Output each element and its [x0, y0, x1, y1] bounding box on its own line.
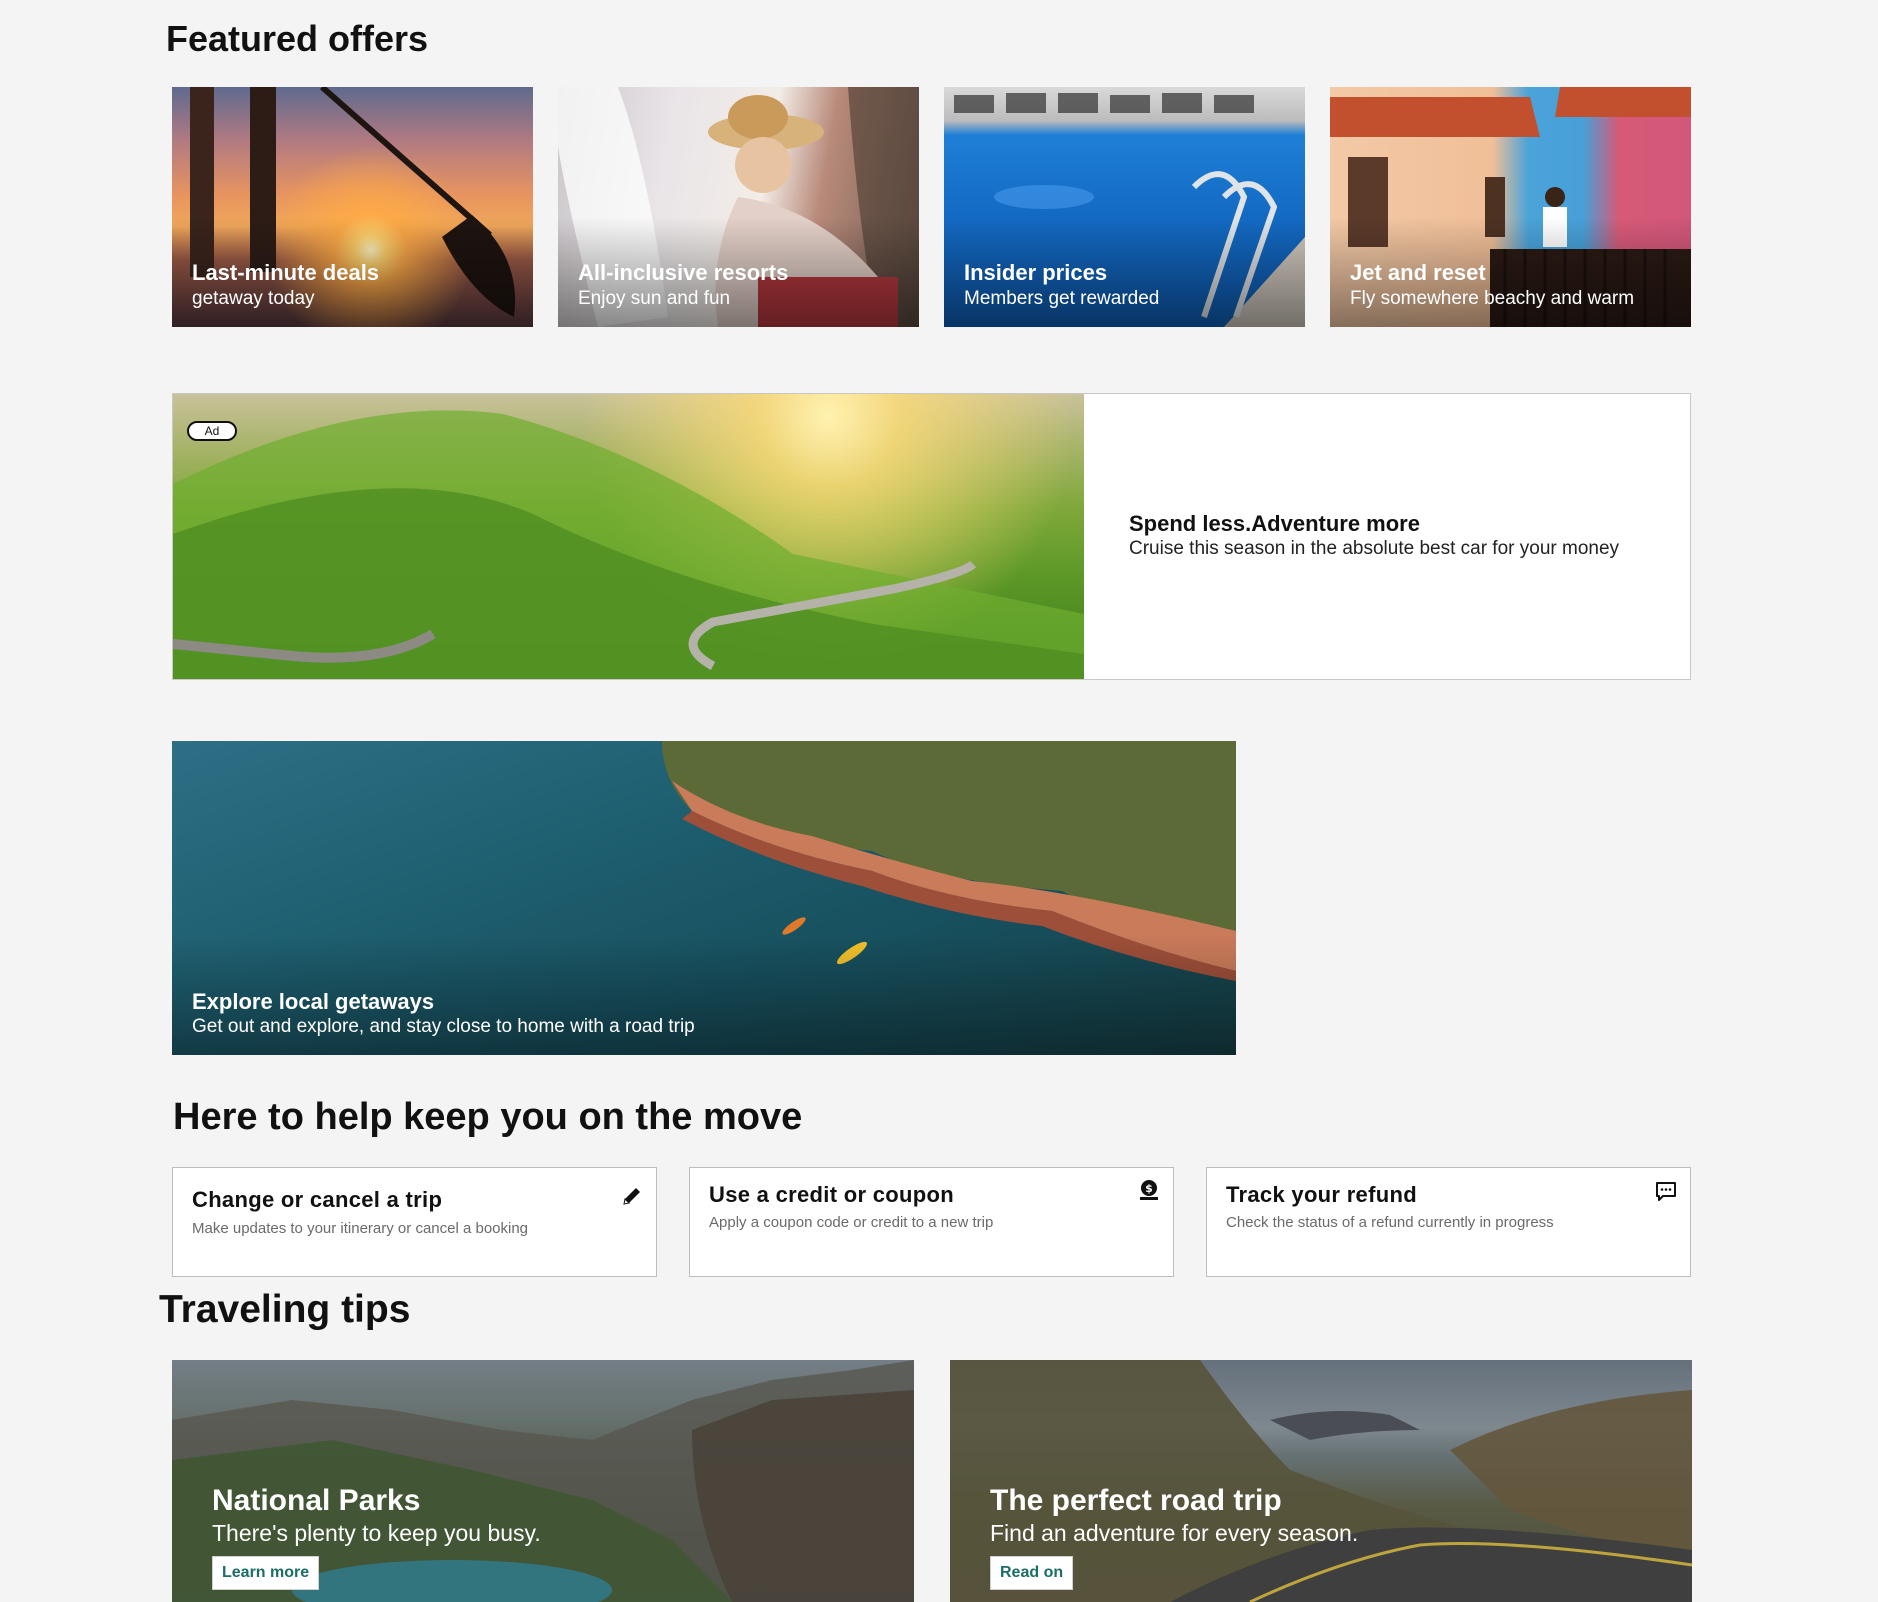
ad-banner[interactable]: Ad Spend less.Adventure more Cruise this…	[172, 393, 1691, 680]
explore-card-subtitle: Get out and explore, and stay close to h…	[192, 1016, 695, 1037]
coupon-dollar-icon: $	[1137, 1178, 1161, 1202]
svg-text:$: $	[1145, 1182, 1153, 1195]
help-card-title: Use a credit or coupon	[709, 1182, 954, 1207]
featured-offers-title: Featured offers	[166, 18, 429, 59]
help-card-credit-or-coupon[interactable]: Use a credit or coupon Apply a coupon co…	[689, 1167, 1174, 1277]
help-card-subtitle: Apply a coupon code or credit to a new t…	[709, 1214, 994, 1231]
help-card-subtitle: Make updates to your itinerary or cancel…	[192, 1220, 529, 1237]
help-section-title: Here to help keep you on the move	[173, 1096, 803, 1138]
offer-card-all-inclusive-resorts[interactable]: All-inclusive resorts Enjoy sun and fun	[558, 87, 919, 327]
help-card-track-refund[interactable]: Track your refund Check the status of a …	[1206, 1167, 1691, 1277]
help-card-title: Track your refund	[1226, 1182, 1417, 1207]
explore-local-getaways-card[interactable]: Explore local getaways Get out and explo…	[172, 741, 1236, 1055]
tip-card-national-parks[interactable]: National Parks There's plenty to keep yo…	[172, 1360, 914, 1602]
offer-card-insider-prices[interactable]: Insider prices Members get rewarded	[944, 87, 1305, 327]
tip-card-title: National Parks	[212, 1484, 421, 1517]
tip-card-title: The perfect road trip	[990, 1484, 1282, 1517]
offer-card-subtitle: Members get rewarded	[964, 288, 1160, 309]
offer-card-title: Insider prices	[964, 260, 1108, 285]
read-on-button[interactable]: Read on	[990, 1556, 1074, 1590]
offer-card-title: All-inclusive resorts	[578, 260, 789, 285]
offer-card-jet-and-reset[interactable]: Jet and reset Fly somewhere beachy and w…	[1330, 87, 1691, 327]
tip-card-perfect-road-trip[interactable]: The perfect road trip Find an adventure …	[950, 1360, 1692, 1602]
help-card-subtitle: Check the status of a refund currently i…	[1226, 1214, 1554, 1231]
green-hills-road-image	[173, 394, 1084, 679]
offer-card-title: Jet and reset	[1350, 260, 1486, 285]
pencil-icon	[620, 1184, 644, 1208]
chat-bubble-icon	[1654, 1180, 1678, 1204]
ad-subtitle: Cruise this season in the absolute best …	[1129, 538, 1620, 559]
offer-card-subtitle: Fly somewhere beachy and warm	[1350, 288, 1635, 309]
explore-card-title: Explore local getaways	[192, 989, 435, 1014]
offer-card-subtitle: Enjoy sun and fun	[578, 288, 731, 309]
offer-card-subtitle: getaway today	[192, 288, 315, 309]
ad-title: Spend less.Adventure more	[1129, 511, 1420, 536]
ad-badge: Ad	[187, 421, 237, 441]
tip-card-subtitle: There's plenty to keep you busy.	[212, 1520, 541, 1546]
help-card-change-or-cancel[interactable]: Change or cancel a trip Make updates to …	[172, 1167, 657, 1277]
traveling-tips-title: Traveling tips	[159, 1288, 411, 1331]
help-card-title: Change or cancel a trip	[192, 1187, 443, 1212]
tip-card-subtitle: Find an adventure for every season.	[990, 1520, 1359, 1546]
offer-card-title: Last-minute deals	[192, 260, 380, 285]
learn-more-button[interactable]: Learn more	[212, 1556, 320, 1590]
offer-card-last-minute-deals[interactable]: Last-minute deals getaway today	[172, 87, 533, 327]
